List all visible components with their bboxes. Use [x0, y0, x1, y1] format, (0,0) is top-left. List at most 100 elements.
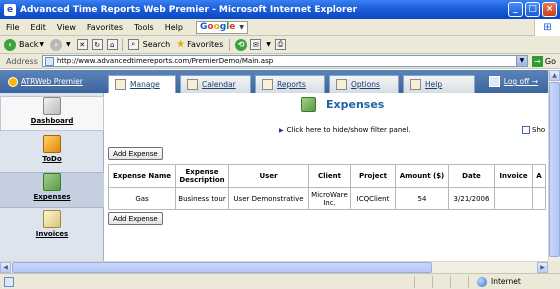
filter-link-label: Click here to hide/show filter panel.: [286, 126, 411, 134]
security-zone: Internet: [468, 275, 560, 288]
close-button[interactable]: ×: [542, 2, 557, 17]
scroll-thumb[interactable]: [12, 262, 432, 273]
column-header[interactable]: Invoice: [494, 164, 533, 188]
go-button[interactable]: → Go: [531, 55, 556, 67]
tab-label: Help: [425, 80, 443, 89]
window-title: Advanced Time Reports Web Premier - Micr…: [20, 4, 358, 15]
forward-button[interactable]: › ▼: [50, 38, 71, 51]
vertical-scrollbar[interactable]: ▲ ▼: [548, 70, 560, 273]
chevron-down-icon[interactable]: ▼: [66, 41, 71, 48]
chevron-down-icon[interactable]: ▼: [266, 41, 271, 48]
toolbar-separator: [121, 38, 123, 51]
globe-icon: [477, 276, 487, 287]
go-label: Go: [544, 56, 556, 66]
status-pane: [450, 275, 468, 288]
expenses-icon: [43, 173, 61, 191]
menu-favorites[interactable]: Favorites: [87, 23, 123, 32]
tab-label: Manage: [130, 80, 160, 89]
sidebar-item-expenses[interactable]: Expenses: [0, 172, 104, 208]
menu-view[interactable]: View: [57, 23, 76, 32]
stop-icon[interactable]: ✕: [76, 39, 88, 50]
column-header[interactable]: Expense Name: [108, 164, 176, 188]
page-title: Expenses: [326, 98, 385, 111]
maximize-button[interactable]: □: [525, 2, 540, 17]
status-pane: [432, 275, 450, 288]
add-expense-button[interactable]: Add Expense: [108, 147, 163, 160]
show-checkbox[interactable]: Sho: [522, 126, 545, 134]
table-row[interactable]: Gas Business tour User Demonstrative Mic…: [108, 187, 546, 210]
status-bar: Internet: [0, 273, 560, 289]
menu-file[interactable]: File: [6, 23, 19, 32]
todo-icon: [43, 135, 61, 153]
minimize-button[interactable]: _: [508, 2, 523, 17]
back-button[interactable]: ‹ Back ▼: [4, 38, 44, 51]
dashboard-icon: [43, 97, 61, 115]
sidebar-item-todo[interactable]: ToDo: [0, 135, 104, 170]
tab-reports[interactable]: Reports: [255, 75, 325, 93]
tab-manage[interactable]: Manage: [108, 75, 176, 93]
chevron-down-icon[interactable]: ▼: [515, 56, 527, 66]
search-label: Search: [142, 40, 171, 49]
address-input[interactable]: http://www.advancedtimereports.com/Premi…: [41, 55, 528, 67]
menu-help[interactable]: Help: [165, 23, 183, 32]
column-header[interactable]: Date: [448, 164, 495, 188]
column-header[interactable]: Amount ($): [395, 164, 449, 188]
status-pane: [414, 275, 432, 288]
column-header[interactable]: Expense Description: [175, 164, 229, 188]
refresh-icon[interactable]: ↻: [91, 39, 103, 50]
forward-arrow-icon: ›: [50, 38, 63, 51]
logoff-icon: [488, 76, 500, 87]
column-header[interactable]: Client: [308, 164, 351, 188]
brand[interactable]: ATRWeb Premier: [0, 70, 104, 93]
sidebar-item-label: Expenses: [33, 193, 71, 201]
reports-icon: [262, 79, 273, 90]
chevron-down-icon[interactable]: ▼: [39, 41, 44, 48]
main-content: Expenses ▶ Click here to hide/show filte…: [105, 93, 548, 273]
mail-icon[interactable]: ✉: [250, 39, 262, 50]
scroll-thumb[interactable]: [549, 82, 560, 257]
tab-calendar[interactable]: Calendar: [180, 75, 251, 93]
column-header[interactable]: User: [228, 164, 309, 188]
status-main-pane: [0, 276, 414, 287]
filter-toggle-link[interactable]: ▶ Click here to hide/show filter panel.: [279, 126, 411, 134]
sidebar-item-label: ToDo: [42, 155, 62, 163]
table-cell: User Demonstrative: [228, 187, 309, 210]
home-icon[interactable]: ⌂: [106, 39, 118, 50]
chevron-down-icon[interactable]: ▼: [239, 24, 244, 31]
add-expense-button[interactable]: Add Expense: [108, 212, 163, 225]
tab-options[interactable]: Options: [329, 75, 399, 93]
sidebar-item-invoices[interactable]: Invoices: [0, 210, 104, 245]
favorites-button[interactable]: ★ Favorites: [176, 39, 223, 50]
web-page: ATRWeb Premier Manage Calendar Reports O…: [0, 70, 548, 273]
column-header[interactable]: A: [532, 164, 546, 188]
google-toolbar-search[interactable]: G o o g l e ▼: [195, 20, 249, 34]
scroll-up-icon[interactable]: ▲: [549, 70, 560, 81]
print-icon[interactable]: ⎙: [274, 39, 286, 50]
scroll-left-icon[interactable]: ◀: [0, 262, 11, 273]
horizontal-scrollbar[interactable]: ◀ ▶: [0, 261, 548, 273]
brand-title: ATRWeb Premier: [21, 77, 83, 86]
menu-tools[interactable]: Tools: [134, 23, 154, 32]
menu-bar: File Edit View Favorites Tools Help G o …: [0, 19, 560, 36]
tab-help[interactable]: Help: [403, 75, 475, 93]
table-header-row: Expense Name Expense Description User Cl…: [108, 164, 546, 188]
tab-label: Options: [351, 80, 380, 89]
sidebar-item-dashboard[interactable]: Dashboard: [0, 96, 104, 131]
scroll-right-icon[interactable]: ▶: [537, 262, 548, 273]
back-label: Back: [19, 40, 39, 49]
address-url[interactable]: http://www.advancedtimereports.com/Premi…: [57, 57, 516, 65]
table-cell: MicroWare Inc.: [308, 187, 351, 210]
logoff-link[interactable]: Log off →: [488, 70, 548, 93]
checkbox-icon[interactable]: [522, 126, 530, 134]
triangle-right-icon: ▶: [279, 126, 284, 134]
logoff-label: Log off →: [503, 77, 538, 86]
tab-label: Calendar: [202, 80, 236, 89]
expenses-table: Expense Name Expense Description User Cl…: [108, 164, 546, 210]
column-header[interactable]: Project: [350, 164, 396, 188]
browser-toolbar: ‹ Back ▼ › ▼ ✕ ↻ ⌂ ⌕ Search ★ Favorites …: [0, 36, 560, 54]
menu-edit[interactable]: Edit: [30, 23, 46, 32]
history-icon[interactable]: ⟲: [235, 38, 248, 51]
table-cell: Gas: [108, 187, 176, 210]
search-button[interactable]: ⌕ Search: [127, 39, 171, 50]
ie-icon: e: [4, 3, 16, 16]
